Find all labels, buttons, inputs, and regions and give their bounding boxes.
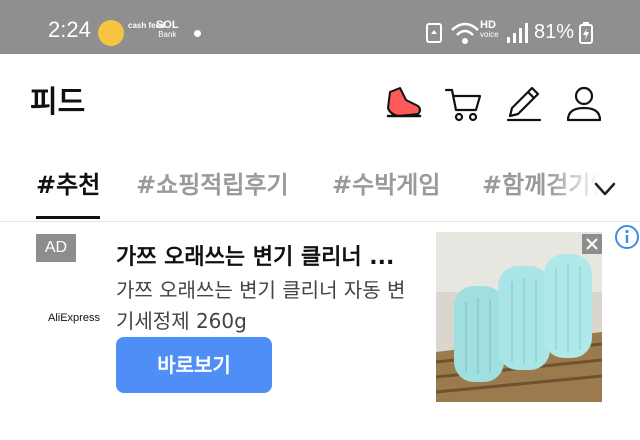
ad-badge: AD [36, 234, 76, 262]
voice-label: voice [480, 30, 499, 39]
ad-description: 가쯔 오래쓰는 변기 클리너 자동 변기세정제 260g [116, 278, 406, 333]
ad-title[interactable]: 가쯔 오래쓰는 변기 클리너 ... [116, 244, 432, 272]
bank-label: Bank [158, 30, 177, 39]
tabs-divider [0, 221, 640, 222]
profile-icon[interactable] [564, 84, 604, 124]
ad-product-image[interactable] [436, 232, 602, 402]
recycle-icon [426, 23, 442, 43]
cart-icon[interactable] [444, 84, 484, 124]
hd-label: HD [480, 19, 496, 31]
ad-brand-logo: AliExpress [48, 312, 100, 324]
battery-percent: 81% [534, 21, 575, 43]
tab-watermelon-game[interactable]: #수박게임 [332, 170, 440, 200]
notification-dot-icon [194, 30, 201, 37]
status-bar: 2:24 cash feed SOL Bank HD voice 81% [0, 0, 640, 54]
info-icon[interactable] [614, 224, 640, 250]
battery-charging-icon [579, 22, 593, 44]
hd-voice-icon: HD voice [480, 20, 499, 40]
chevron-down-icon[interactable] [592, 176, 618, 202]
feed-tabs: #추천 #쇼핑적립후기 #수박게임 #함께걷기인증 [0, 160, 640, 220]
cashfeed-sun-icon [98, 20, 124, 46]
pencil-icon[interactable] [504, 84, 544, 124]
sol-label: SOL [156, 19, 179, 31]
active-tab-indicator [36, 216, 100, 219]
close-icon[interactable] [582, 234, 602, 254]
tab-recommend[interactable]: #추천 [36, 170, 100, 200]
shoe-icon[interactable] [384, 84, 424, 124]
signal-icon [507, 23, 528, 43]
sol-bank-icon: SOL Bank [156, 19, 179, 40]
wifi-icon [451, 22, 479, 44]
ad-view-button[interactable]: 바로보기 [116, 337, 272, 393]
tab-shopping-review[interactable]: #쇼핑적립후기 [136, 170, 289, 200]
status-time: 2:24 [48, 17, 91, 42]
page-title: 피드 [30, 85, 86, 120]
